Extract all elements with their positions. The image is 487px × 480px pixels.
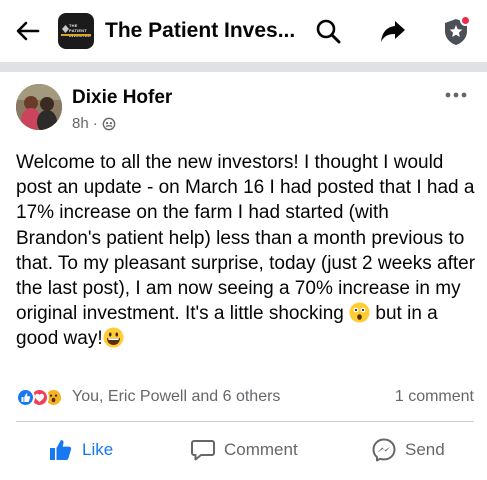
- send-button[interactable]: Send: [371, 430, 445, 470]
- messenger-icon: [372, 438, 396, 462]
- share-button[interactable]: [379, 17, 407, 45]
- actions-divider: [16, 421, 474, 422]
- post-paragraph: Welcome to all the new investors! I thou…: [16, 150, 476, 352]
- group-logo-band: [61, 34, 91, 36]
- comment-label: Comment: [224, 440, 298, 459]
- post-options-button[interactable]: [444, 88, 468, 102]
- admin-tools-button[interactable]: [441, 15, 471, 47]
- like-reaction-icon: [16, 387, 35, 407]
- like-label: Like: [82, 440, 114, 459]
- back-button[interactable]: [14, 17, 42, 45]
- send-label: Send: [405, 440, 445, 459]
- group-logo-mark: [62, 25, 69, 33]
- more-dots-icon: [445, 92, 467, 98]
- arrow-left-icon: [16, 21, 40, 41]
- group-thumbnail[interactable]: THE PATIENT INVESTOR: [58, 13, 94, 49]
- post-time[interactable]: 8h: [72, 115, 89, 132]
- post-actions: Like Comment Send: [0, 430, 487, 470]
- comment-button[interactable]: Comment: [190, 430, 298, 470]
- search-icon: [316, 19, 341, 44]
- notification-dot: [460, 15, 471, 26]
- grinning-face-emoji: [103, 327, 124, 348]
- search-button[interactable]: [314, 17, 342, 45]
- like-button[interactable]: Like: [48, 430, 113, 470]
- group-title[interactable]: The Patient Inves...: [105, 19, 295, 43]
- avatar[interactable]: [16, 84, 62, 130]
- share-arrow-icon: [381, 21, 405, 42]
- privacy-icon[interactable]: [102, 117, 116, 131]
- section-divider: [0, 62, 487, 72]
- author-photo: [16, 84, 62, 130]
- reactions-summary[interactable]: You, Eric Powell and 6 others 1 comment: [16, 386, 474, 408]
- comment-count[interactable]: 1 comment: [395, 388, 474, 406]
- astonished-face-emoji: [349, 302, 370, 323]
- post-text: Welcome to all the new investors! I thou…: [16, 150, 476, 352]
- comment-bubble-icon: [191, 440, 215, 461]
- reaction-names[interactable]: You, Eric Powell and 6 others: [72, 388, 280, 406]
- top-bar: THE PATIENT INVESTOR The Patient Inves..…: [0, 0, 487, 62]
- author-name[interactable]: Dixie Hofer: [72, 87, 172, 109]
- post-text-part: Welcome to all the new investors! I thou…: [16, 152, 476, 325]
- reaction-icons: [16, 387, 63, 407]
- post-meta: 8h ·: [72, 115, 116, 132]
- thumbs-up-icon: [50, 440, 72, 460]
- meta-separator: ·: [92, 115, 98, 132]
